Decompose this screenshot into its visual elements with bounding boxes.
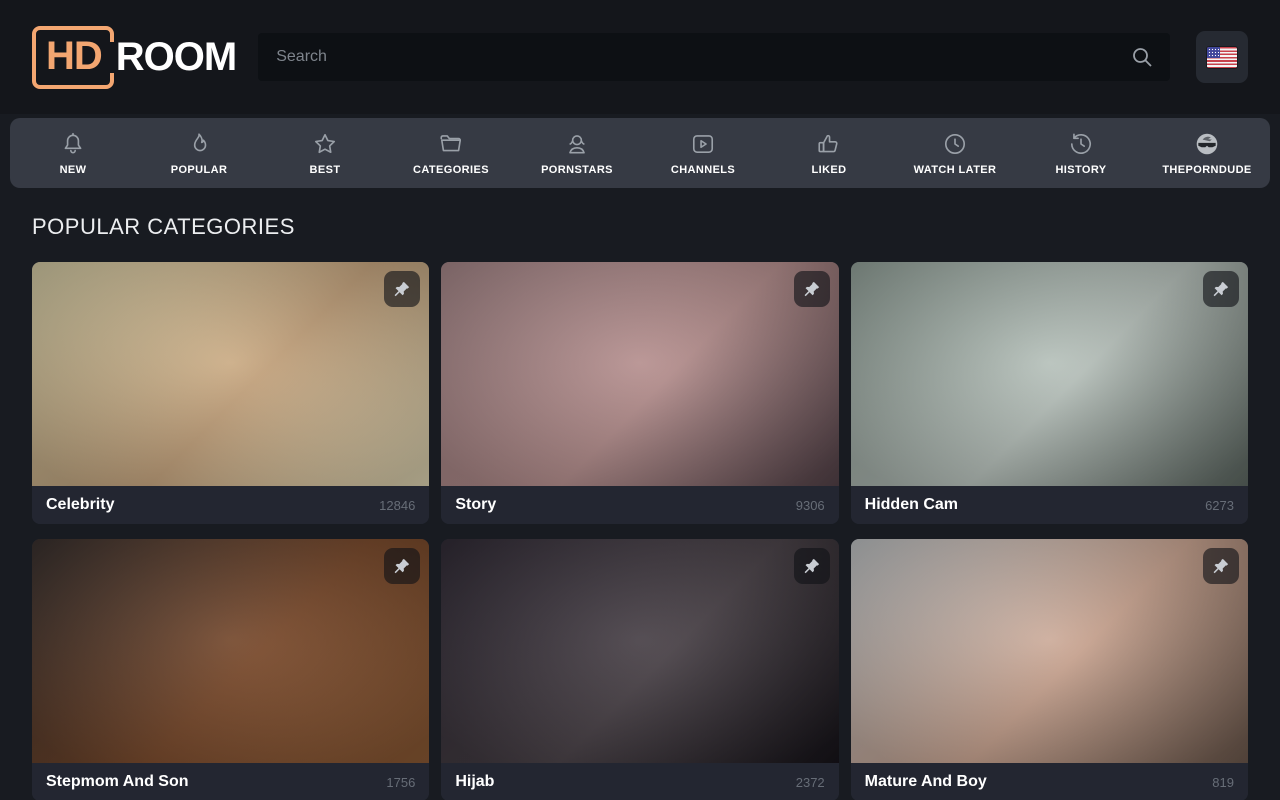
nav-item-theporndude[interactable]: THEPORNDUDE [1144, 118, 1270, 188]
category-card[interactable]: Story 9306 [441, 262, 838, 524]
category-count: 12846 [379, 498, 415, 513]
nav-item-history[interactable]: HISTORY [1018, 118, 1144, 188]
category-count: 819 [1212, 775, 1234, 790]
logo-text-room: ROOM [116, 35, 236, 80]
nav-item-watch-later[interactable]: WATCH LATER [892, 118, 1018, 188]
search-icon[interactable] [1130, 45, 1154, 69]
play-icon [690, 131, 716, 157]
category-card[interactable]: Mature And Boy 819 [851, 539, 1248, 800]
category-count: 1756 [386, 775, 415, 790]
category-title: Mature And Boy [865, 773, 987, 791]
pushpin-icon [803, 280, 821, 298]
nav-item-popular[interactable]: POPULAR [136, 118, 262, 188]
nav-label-categories: CATEGORIES [413, 164, 489, 176]
nav-item-categories[interactable]: CATEGORIES [388, 118, 514, 188]
nav-label-pornstars: PORNSTARS [541, 164, 613, 176]
thumbs-up-icon [816, 131, 842, 157]
nav-label-liked: LIKED [812, 164, 847, 176]
section-title: POPULAR CATEGORIES [32, 214, 1248, 240]
person-icon [564, 131, 590, 157]
category-count: 6273 [1205, 498, 1234, 513]
clock-icon [942, 131, 968, 157]
search-input[interactable] [258, 33, 1170, 81]
bell-icon [60, 131, 86, 157]
category-title: Hijab [455, 773, 494, 791]
nav-label-watch-later: WATCH LATER [914, 164, 997, 176]
search-bar [258, 33, 1170, 81]
language-button[interactable] [1196, 31, 1248, 83]
folder-icon [438, 131, 464, 157]
logo-text-hd: HD [46, 34, 102, 78]
nav-item-liked[interactable]: LIKED [766, 118, 892, 188]
category-thumbnail[interactable] [441, 262, 838, 486]
nav-item-best[interactable]: BEST [262, 118, 388, 188]
pushpin-icon [803, 557, 821, 575]
pin-button[interactable] [794, 271, 830, 307]
category-card[interactable]: Celebrity 12846 [32, 262, 429, 524]
us-flag-icon [1207, 47, 1237, 68]
site-logo[interactable]: HD ROOM [32, 26, 236, 89]
pushpin-icon [393, 280, 411, 298]
category-thumbnail[interactable] [851, 539, 1248, 763]
theporndude-icon [1194, 131, 1220, 157]
main-navbar: NEW POPULAR BEST CATEGORIES PORNSTARS CH… [10, 118, 1270, 188]
pin-button[interactable] [1203, 548, 1239, 584]
pin-button[interactable] [1203, 271, 1239, 307]
nav-item-channels[interactable]: CHANNELS [640, 118, 766, 188]
nav-item-new[interactable]: NEW [10, 118, 136, 188]
category-count: 9306 [796, 498, 825, 513]
category-title: Story [455, 496, 496, 514]
nav-label-popular: POPULAR [171, 164, 228, 176]
pin-button[interactable] [794, 548, 830, 584]
category-title: Hidden Cam [865, 496, 958, 514]
nav-label-best: BEST [310, 164, 341, 176]
category-card[interactable]: Hijab 2372 [441, 539, 838, 800]
category-thumbnail[interactable] [441, 539, 838, 763]
pushpin-icon [1212, 557, 1230, 575]
category-thumbnail[interactable] [32, 539, 429, 763]
category-card[interactable]: Hidden Cam 6273 [851, 262, 1248, 524]
star-icon [312, 131, 338, 157]
header: HD ROOM [0, 0, 1280, 114]
pushpin-icon [393, 557, 411, 575]
flame-icon [186, 131, 212, 157]
history-icon [1068, 131, 1094, 157]
nav-label-new: NEW [60, 164, 87, 176]
main-content: POPULAR CATEGORIES Celebrity 12846 Story… [0, 214, 1280, 800]
logo-frame: HD [32, 26, 114, 89]
category-title: Stepmom And Son [46, 773, 189, 791]
category-card[interactable]: Stepmom And Son 1756 [32, 539, 429, 800]
nav-label-channels: CHANNELS [671, 164, 735, 176]
category-title: Celebrity [46, 496, 114, 514]
pushpin-icon [1212, 280, 1230, 298]
category-thumbnail[interactable] [32, 262, 429, 486]
pin-button[interactable] [384, 271, 420, 307]
nav-label-theporndude: THEPORNDUDE [1162, 164, 1251, 176]
nav-item-pornstars[interactable]: PORNSTARS [514, 118, 640, 188]
category-count: 2372 [796, 775, 825, 790]
pin-button[interactable] [384, 548, 420, 584]
category-grid: Celebrity 12846 Story 9306 Hidden Ca [32, 262, 1248, 800]
nav-label-history: HISTORY [1055, 164, 1106, 176]
logo-frame-gap [106, 42, 116, 73]
category-thumbnail[interactable] [851, 262, 1248, 486]
